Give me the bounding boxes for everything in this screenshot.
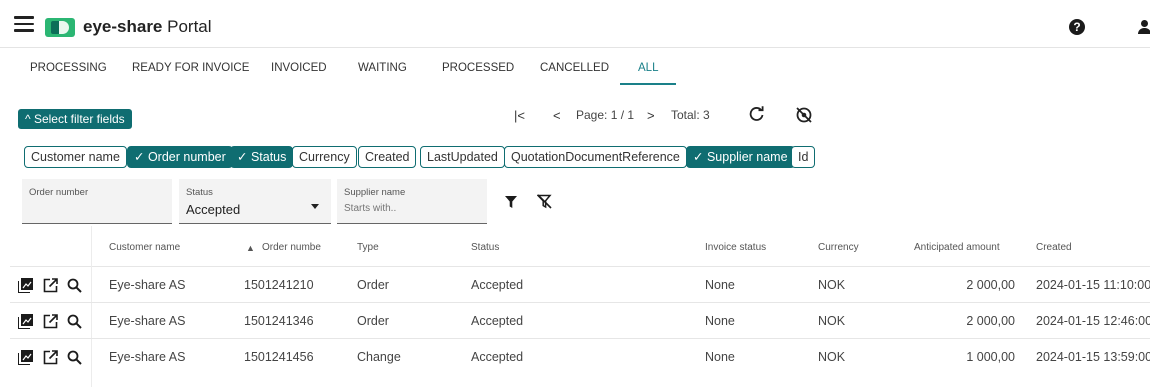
hamburger-icon[interactable] (14, 16, 34, 32)
table-row[interactable]: Eye-share AS 1501241346 Order Accepted N… (10, 303, 1150, 339)
col-currency[interactable]: Currency (818, 242, 859, 253)
cell-order-number: 1501241456 (244, 350, 314, 364)
cell-amount: 1 000,00 (966, 350, 1015, 364)
refresh-icon[interactable] (749, 106, 765, 122)
order-number-field[interactable]: Order number (22, 179, 172, 224)
supplier-name-input[interactable] (344, 203, 464, 214)
chip-customer-name[interactable]: Customer name (24, 146, 127, 168)
tab-processed[interactable]: PROCESSED (442, 62, 514, 74)
prev-page-button[interactable]: < (553, 108, 561, 123)
status-select[interactable]: Status Accepted (179, 179, 331, 224)
cell-amount: 2 000,00 (966, 314, 1015, 328)
tab-waiting[interactable]: WAITING (358, 62, 407, 74)
cell-type: Order (357, 278, 389, 292)
table-row[interactable]: Eye-share AS 1501241210 Order Accepted N… (10, 267, 1150, 303)
cell-status: Accepted (471, 350, 524, 364)
cell-currency: NOK (818, 350, 846, 364)
filter-icon[interactable] (505, 196, 517, 208)
col-customer-name[interactable]: Customer name (109, 242, 180, 253)
cell-order-number: 1501241210 (244, 278, 314, 292)
tab-invoiced[interactable]: INVOICED (271, 62, 327, 74)
cell-created: 2024-01-15 12:46:00 (1036, 314, 1150, 328)
brand-name: eye-share (83, 17, 163, 36)
tab-processing[interactable]: PROCESSING (30, 62, 107, 74)
tab-all[interactable]: ALL (638, 62, 658, 74)
documents-icon[interactable] (18, 350, 33, 365)
chip-supplier-name[interactable]: ✓ Supplier name (686, 146, 795, 168)
cell-status: Accepted (471, 314, 524, 328)
status-value: Accepted (186, 202, 241, 217)
chip-order-number[interactable]: ✓ Order number (127, 146, 233, 168)
cell-type: Change (357, 350, 401, 364)
select-filter-fields-button[interactable]: ^ Select filter fields (18, 109, 132, 129)
cell-created: 2024-01-15 11:10:00 (1036, 278, 1150, 292)
cell-customer: Eye-share AS (109, 350, 186, 364)
top-bar: eye-share Portal ? (0, 0, 1150, 48)
eye-share-logo (45, 18, 75, 37)
cell-type: Order (357, 314, 389, 328)
app-name: Portal (167, 17, 212, 36)
open-external-icon[interactable] (43, 350, 58, 365)
chip-id[interactable]: Id (791, 146, 816, 168)
col-anticipated-amount[interactable]: Anticipated amount (914, 242, 1000, 253)
search-icon[interactable] (67, 314, 82, 329)
next-page-button[interactable]: > (647, 108, 655, 123)
supplier-name-label: Supplier name (344, 187, 406, 198)
order-number-label: Order number (29, 187, 89, 198)
cell-customer: Eye-share AS (109, 314, 186, 328)
tab-ready-for-invoice[interactable]: READY FOR INVOICE (132, 62, 249, 74)
active-tab-indicator (620, 83, 676, 85)
sort-asc-icon[interactable]: ▲ (246, 243, 255, 253)
help-icon[interactable]: ? (1069, 19, 1085, 35)
user-icon[interactable] (1138, 20, 1150, 34)
status-label: Status (186, 187, 213, 198)
dropdown-arrow-icon (311, 204, 319, 209)
tab-cancelled[interactable]: CANCELLED (540, 62, 609, 74)
chip-status[interactable]: ✓ Status (230, 146, 294, 168)
col-type[interactable]: Type (357, 242, 379, 253)
cell-status: Accepted (471, 278, 524, 292)
cell-customer: Eye-share AS (109, 278, 186, 292)
cell-invoice-status: None (705, 278, 735, 292)
app-title: eye-share Portal (83, 17, 212, 37)
open-external-icon[interactable] (43, 278, 58, 293)
cell-order-number: 1501241346 (244, 314, 314, 328)
open-external-icon[interactable] (43, 314, 58, 329)
col-invoice-status[interactable]: Invoice status (705, 242, 766, 253)
total-count: Total: 3 (671, 108, 710, 122)
first-page-button[interactable]: |< (514, 108, 525, 123)
search-icon[interactable] (67, 278, 82, 293)
documents-icon[interactable] (18, 314, 33, 329)
col-status[interactable]: Status (471, 242, 499, 253)
supplier-name-field[interactable]: Supplier name (337, 179, 487, 224)
chip-last-updated[interactable]: LastUpdated (420, 146, 505, 168)
cell-created: 2024-01-15 13:59:00 (1036, 350, 1150, 364)
chip-created[interactable]: Created (358, 146, 417, 168)
cell-currency: NOK (818, 314, 846, 328)
table-row[interactable]: Eye-share AS 1501241456 Change Accepted … (10, 339, 1150, 375)
search-icon[interactable] (67, 350, 82, 365)
col-created[interactable]: Created (1036, 242, 1072, 253)
chip-quotation-document-reference[interactable]: QuotationDocumentReference (504, 146, 687, 168)
chip-currency[interactable]: Currency (292, 146, 357, 168)
cell-invoice-status: None (705, 350, 735, 364)
hide-columns-icon[interactable] (795, 106, 813, 124)
documents-icon[interactable] (18, 278, 33, 293)
page-indicator: Page: 1 / 1 (576, 108, 635, 122)
col-order-number[interactable]: Order numbe (262, 242, 321, 253)
clear-filter-icon[interactable] (537, 194, 552, 209)
cell-invoice-status: None (705, 314, 735, 328)
cell-amount: 2 000,00 (966, 278, 1015, 292)
cell-currency: NOK (818, 278, 846, 292)
